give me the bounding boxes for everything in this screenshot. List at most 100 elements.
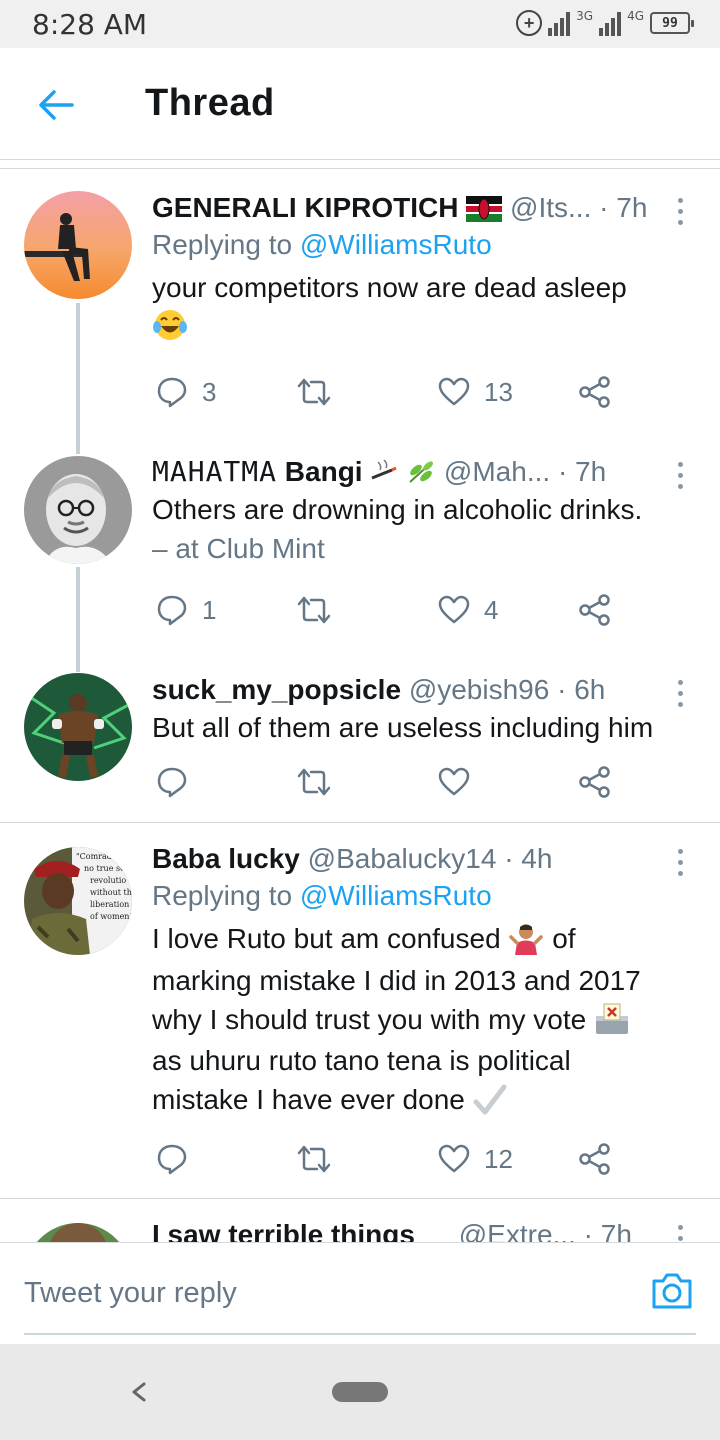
- display-name[interactable]: I saw terrible things: [152, 1219, 415, 1242]
- svg-text:no true so: no true so: [84, 864, 125, 873]
- reply-button[interactable]: 1: [156, 590, 216, 630]
- heart-icon: [438, 595, 470, 624]
- like-count: 4: [484, 594, 499, 625]
- replying-to-link[interactable]: @WilliamsRuto: [300, 880, 492, 911]
- like-button[interactable]: 13: [438, 372, 513, 412]
- herb-emoji-icon: [406, 456, 436, 490]
- reply-button[interactable]: [156, 1139, 188, 1179]
- tweet-header: suck_my_popsicle @yebish96 · 6h: [152, 672, 700, 708]
- status-icons: + 3G 4G 99: [516, 9, 694, 36]
- tweet-text-body: Others are drowning in alcoholic drinks.: [152, 494, 643, 525]
- avatar[interactable]: [24, 456, 132, 564]
- retweet-button[interactable]: [296, 590, 332, 630]
- more-options-button[interactable]: [674, 198, 686, 225]
- reply-button[interactable]: [156, 762, 188, 802]
- signal-icon: [548, 10, 571, 36]
- tweet-time: · 7h: [583, 1219, 632, 1242]
- tweet-text: But all of them are useless including hi…: [152, 712, 654, 743]
- tweet-content: Baba lucky @Babalucky14 · 4h Replying to…: [152, 841, 700, 1121]
- back-button[interactable]: [28, 80, 84, 130]
- svg-text:of women": of women": [90, 912, 132, 921]
- tweet[interactable]: I saw terrible things @Extre... · 7h: [0, 1199, 720, 1242]
- thread-connector: [76, 658, 80, 672]
- tweet-actions: 12: [152, 1139, 672, 1179]
- share-button[interactable]: [578, 1139, 612, 1179]
- laughing-tears-emoji-icon: [152, 307, 188, 353]
- tweet-time: · 4h: [504, 843, 553, 874]
- tweet-content: MAHATMA Bangi @Mah... · 7h Others are dr…: [152, 454, 700, 568]
- network-label-1: 3G: [576, 9, 594, 23]
- reply-underline: [24, 1333, 696, 1335]
- tweet-time: · 6h: [557, 674, 606, 705]
- retweet-icon: [297, 378, 331, 406]
- tweet-header: I saw terrible things @Extre... · 7h: [152, 1217, 700, 1242]
- tweet[interactable]: suck_my_popsicle @yebish96 · 6h But all …: [0, 658, 720, 822]
- like-count: 12: [484, 1143, 513, 1174]
- share-icon: [579, 376, 610, 408]
- thread-connector: [76, 303, 80, 451]
- user-handle[interactable]: @Babalucky14: [308, 843, 497, 874]
- arrow-left-icon: [39, 90, 74, 120]
- retweet-button[interactable]: [296, 1139, 332, 1179]
- replying-prefix: Replying to: [152, 229, 300, 260]
- ballot-box-emoji-icon: [594, 1002, 630, 1041]
- like-button[interactable]: 12: [438, 1139, 513, 1179]
- share-button[interactable]: [578, 372, 612, 412]
- display-name-stylized[interactable]: MAHATMA: [152, 455, 277, 488]
- thread-feed[interactable]: GENERALI KIPROTICH @Its... · 7h Replying…: [0, 170, 720, 1242]
- status-time: 8:28 AM: [32, 8, 148, 41]
- avatar[interactable]: [24, 673, 132, 781]
- tweet-text-body: your competitors now are dead asleep: [152, 272, 627, 303]
- share-button[interactable]: [578, 590, 612, 630]
- tweet[interactable]: GENERALI KIPROTICH @Its... · 7h Replying…: [0, 170, 720, 451]
- home-pill-button[interactable]: [332, 1382, 388, 1402]
- retweet-button[interactable]: [296, 372, 332, 412]
- reply-count: 1: [202, 594, 217, 625]
- shrugging-person-emoji-icon: [508, 921, 544, 961]
- more-options-button[interactable]: [674, 849, 686, 876]
- tweet-text-line: why I should trust you with my vote: [152, 1003, 587, 1035]
- tweet-header: GENERALI KIPROTICH @Its... · 7h: [152, 190, 700, 226]
- share-button[interactable]: [578, 762, 612, 802]
- system-nav-bar: [0, 1344, 720, 1440]
- tweet-header: MAHATMA Bangi @Mah... · 7h: [152, 454, 700, 490]
- display-name[interactable]: suck_my_popsicle: [152, 674, 401, 705]
- reply-count: 3: [202, 376, 217, 407]
- svg-text:"Comrades: "Comrades: [76, 852, 121, 861]
- tweet-text-line: I love Ruto but am confused: [152, 923, 501, 954]
- user-handle[interactable]: @Extre...: [459, 1219, 576, 1242]
- reply-icon: [157, 377, 187, 408]
- tweet[interactable]: "Comrades no true so revolutio without t…: [0, 823, 720, 1199]
- more-options-button[interactable]: [674, 462, 686, 489]
- reply-icon: [157, 595, 187, 626]
- location-text[interactable]: – at Club Mint: [152, 533, 325, 564]
- retweet-icon: [297, 1145, 331, 1173]
- avatar[interactable]: "Comrades no true so revolutio without t…: [24, 847, 132, 955]
- system-back-button[interactable]: [124, 1372, 154, 1412]
- reply-icon: [157, 1144, 187, 1175]
- display-name[interactable]: Bangi: [285, 456, 363, 487]
- reply-button[interactable]: 3: [156, 372, 216, 412]
- display-name[interactable]: Baba lucky: [152, 843, 300, 874]
- user-handle[interactable]: @Its...: [510, 192, 591, 223]
- camera-icon: [652, 1273, 692, 1309]
- user-handle[interactable]: @Mah...: [444, 456, 550, 487]
- tweet-header: Baba lucky @Babalucky14 · 4h: [152, 841, 700, 877]
- like-count: 13: [484, 376, 513, 407]
- avatar[interactable]: [24, 191, 132, 299]
- reply-input[interactable]: Tweet your reply: [24, 1277, 237, 1310]
- display-name[interactable]: GENERALI KIPROTICH: [152, 192, 458, 223]
- retweet-button[interactable]: [296, 762, 332, 802]
- replying-to: Replying to @WilliamsRuto: [152, 877, 700, 915]
- avatar[interactable]: [24, 1223, 132, 1242]
- more-options-button[interactable]: [674, 1225, 686, 1242]
- like-button[interactable]: 4: [438, 590, 498, 630]
- replying-to-link[interactable]: @WilliamsRuto: [300, 229, 492, 260]
- tweet[interactable]: MAHATMA Bangi @Mah... · 7h Others are dr…: [0, 440, 720, 669]
- tweet-content: suck_my_popsicle @yebish96 · 6h But all …: [152, 672, 700, 747]
- camera-button[interactable]: [650, 1271, 694, 1311]
- like-button[interactable]: [438, 762, 470, 802]
- more-options-button[interactable]: [674, 680, 686, 707]
- user-handle[interactable]: @yebish96: [409, 674, 550, 705]
- heart-icon: [438, 767, 470, 796]
